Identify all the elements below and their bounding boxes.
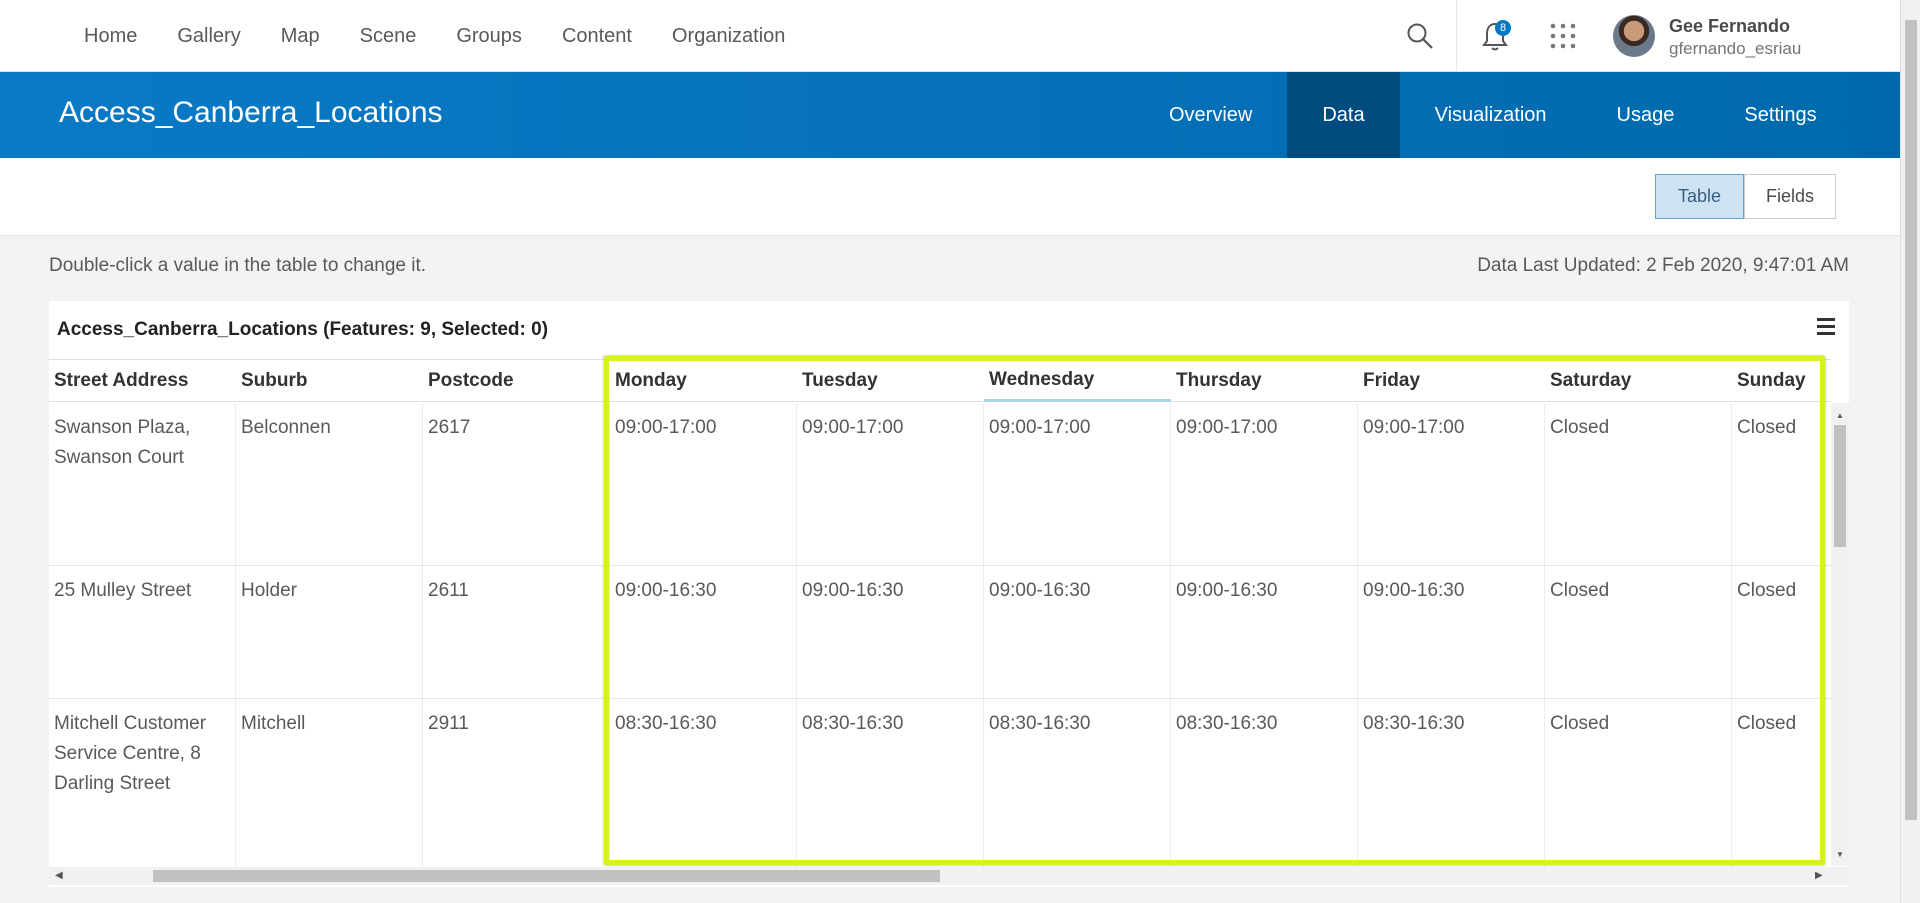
scroll-down-arrow-icon[interactable]: ▼ (1836, 850, 1844, 859)
table-cell[interactable]: Closed (1545, 699, 1732, 869)
scroll-up-arrow-icon[interactable]: ▲ (1836, 411, 1844, 420)
table-cell[interactable]: Holder (236, 566, 423, 698)
table-cell[interactable]: Closed (1732, 566, 1831, 698)
table-cell[interactable]: 09:00-17:00 (797, 403, 984, 565)
view-toggle-bar: Table Fields (0, 158, 1900, 236)
search-icon[interactable] (1406, 22, 1434, 50)
column-header-wednesday[interactable]: Wednesday (984, 360, 1171, 402)
table-horizontal-scrollbar[interactable]: ◀ ▶ (49, 867, 1849, 885)
nav-organization[interactable]: Organization (672, 25, 785, 48)
scroll-right-arrow-icon[interactable]: ▶ (1815, 870, 1823, 881)
nav-links: Home Gallery Map Scene Groups Content Or… (64, 0, 805, 72)
item-tabs: Overview Data Visualization Usage Settin… (1134, 72, 1852, 158)
table-cell[interactable]: 09:00-16:30 (984, 566, 1171, 698)
table-cell[interactable]: 08:30-16:30 (1358, 699, 1545, 869)
table-cell[interactable]: Mitchell Customer Service Centre, 8 Darl… (49, 699, 236, 869)
scrollbar-thumb[interactable] (153, 870, 940, 882)
column-header-thursday[interactable]: Thursday (1171, 360, 1358, 402)
table-cell[interactable]: 09:00-17:00 (610, 403, 797, 565)
user-name[interactable]: Gee Fernando (1669, 16, 1790, 37)
tab-settings[interactable]: Settings (1709, 72, 1851, 158)
table-title: Access_Canberra_Locations (Features: 9, … (57, 319, 549, 340)
attribute-table-panel: Access_Canberra_Locations (Features: 9, … (49, 301, 1849, 887)
column-header-suburb[interactable]: Suburb (236, 360, 423, 402)
avatar[interactable] (1613, 15, 1655, 57)
table-cell[interactable]: Closed (1545, 566, 1732, 698)
nav-divider (1456, 0, 1457, 72)
table-cell[interactable]: 2617 (423, 403, 610, 565)
table-row[interactable]: Swanson Plaza, Swanson Court Belconnen 2… (49, 403, 1831, 566)
edit-hint: Double-click a value in the table to cha… (49, 255, 427, 276)
page-vertical-scrollbar[interactable] (1900, 0, 1920, 903)
table-row[interactable]: 25 Mulley Street Holder 2611 09:00-16:30… (49, 566, 1831, 699)
column-header-sunday[interactable]: Sunday (1732, 360, 1831, 402)
table-header-row: Street Address Suburb Postcode Monday Tu… (49, 360, 1831, 402)
tab-data[interactable]: Data (1287, 72, 1400, 158)
table-cell[interactable]: Belconnen (236, 403, 423, 565)
nav-scene[interactable]: Scene (360, 25, 417, 48)
table-cell[interactable]: Closed (1732, 403, 1831, 565)
table-cell[interactable]: Mitchell (236, 699, 423, 869)
column-header-monday[interactable]: Monday (610, 360, 797, 402)
last-updated-text: Data Last Updated: 2 Feb 2020, 9:47:01 A… (1477, 255, 1849, 276)
table-cell[interactable]: Closed (1545, 403, 1732, 565)
table-cell[interactable]: 09:00-16:30 (1171, 566, 1358, 698)
attribute-table: Street Address Suburb Postcode Monday Tu… (49, 359, 1831, 869)
scroll-left-arrow-icon[interactable]: ◀ (55, 870, 63, 881)
tab-overview[interactable]: Overview (1134, 72, 1287, 158)
table-cell[interactable]: 08:30-16:30 (797, 699, 984, 869)
top-navigation: Home Gallery Map Scene Groups Content Or… (0, 0, 1900, 72)
nav-map[interactable]: Map (281, 25, 320, 48)
table-view-button[interactable]: Table (1655, 174, 1744, 219)
table-menu-icon[interactable] (1817, 318, 1835, 338)
column-header-tuesday[interactable]: Tuesday (797, 360, 984, 402)
nav-groups[interactable]: Groups (456, 25, 522, 48)
scrollbar-thumb[interactable] (1905, 20, 1917, 820)
notification-badge: 8 (1495, 20, 1511, 36)
table-cell[interactable]: 2611 (423, 566, 610, 698)
apps-grid-icon[interactable] (1549, 22, 1577, 50)
page-title: Access_Canberra_Locations (59, 96, 443, 129)
nav-gallery[interactable]: Gallery (177, 25, 240, 48)
table-cell[interactable]: 25 Mulley Street (49, 566, 236, 698)
table-cell[interactable]: 08:30-16:30 (1171, 699, 1358, 869)
nav-content[interactable]: Content (562, 25, 632, 48)
table-cell[interactable]: Swanson Plaza, Swanson Court (49, 403, 236, 565)
table-cell[interactable]: 2911 (423, 699, 610, 869)
table-cell[interactable]: 09:00-17:00 (984, 403, 1171, 565)
tab-usage[interactable]: Usage (1582, 72, 1710, 158)
column-header-friday[interactable]: Friday (1358, 360, 1545, 402)
column-header-saturday[interactable]: Saturday (1545, 360, 1732, 402)
column-header-postcode[interactable]: Postcode (423, 360, 610, 402)
tab-visualization[interactable]: Visualization (1400, 72, 1582, 158)
table-cell[interactable]: 08:30-16:30 (984, 699, 1171, 869)
table-row[interactable]: Mitchell Customer Service Centre, 8 Darl… (49, 699, 1831, 869)
scrollbar-thumb[interactable] (1834, 425, 1846, 547)
table-vertical-scrollbar[interactable]: ▲ ▼ (1831, 403, 1849, 866)
item-header: Access_Canberra_Locations Overview Data … (0, 72, 1900, 158)
fields-view-button[interactable]: Fields (1744, 174, 1836, 219)
table-cell[interactable]: 09:00-16:30 (1358, 566, 1545, 698)
user-handle[interactable]: gfernando_esriau (1669, 39, 1801, 59)
table-cell[interactable]: Closed (1732, 699, 1831, 869)
table-cell[interactable]: 09:00-16:30 (797, 566, 984, 698)
column-header-street-address[interactable]: Street Address (49, 360, 236, 402)
table-cell[interactable]: 09:00-17:00 (1171, 403, 1358, 565)
table-cell[interactable]: 09:00-16:30 (610, 566, 797, 698)
nav-home[interactable]: Home (84, 25, 137, 48)
table-cell[interactable]: 09:00-17:00 (1358, 403, 1545, 565)
table-cell[interactable]: 08:30-16:30 (610, 699, 797, 869)
